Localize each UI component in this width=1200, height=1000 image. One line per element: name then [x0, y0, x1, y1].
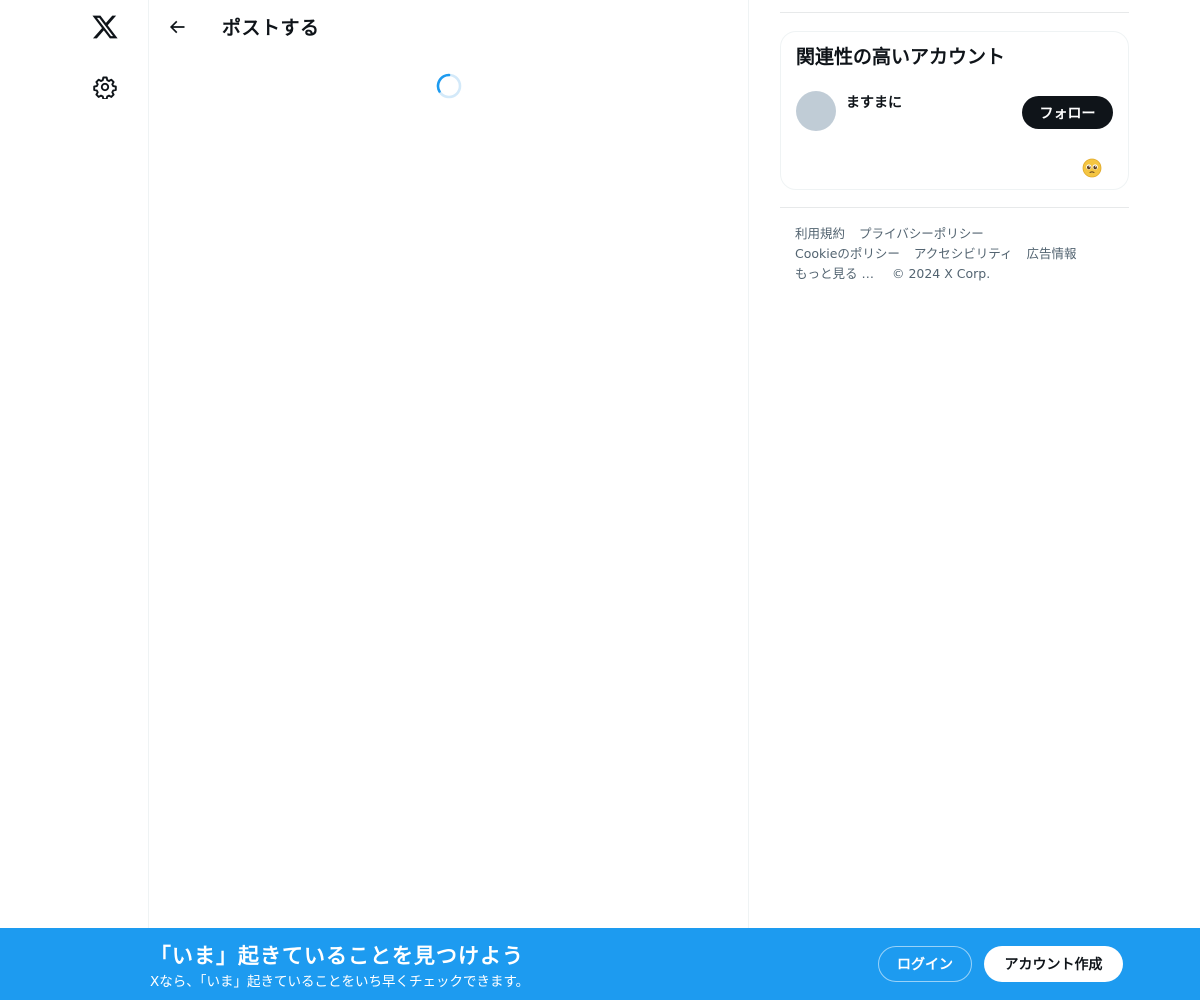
login-button[interactable]: ログイン — [878, 946, 972, 982]
signup-button[interactable]: アカウント作成 — [984, 946, 1123, 982]
account-row[interactable]: ますまに フォロー — [781, 87, 1128, 143]
related-accounts-card: 関連性の高いアカウント ますまに フォロー — [780, 31, 1129, 190]
accessibility-link[interactable]: アクセシビリティ — [914, 246, 1013, 261]
avatar[interactable] — [796, 91, 836, 131]
footer-row: Cookieのポリシー アクセシビリティ 広告情報 — [795, 244, 1125, 264]
page-title: ポストする — [222, 17, 320, 39]
cookie-link[interactable]: Cookieのポリシー — [795, 246, 900, 261]
right-sidebar: 関連性の高いアカウント ますまに フォロー 利用規約 プライバシーポリシー Co… — [780, 0, 1129, 1000]
follow-button[interactable]: フォロー — [1022, 96, 1113, 129]
x-logo-icon[interactable] — [82, 4, 128, 50]
terms-link[interactable]: 利用規約 — [795, 226, 845, 241]
gear-glyph — [93, 76, 117, 99]
more-link[interactable]: もっと見る … — [795, 266, 874, 281]
privacy-link[interactable]: プライバシーポリシー — [859, 226, 984, 241]
account-name[interactable]: ますまに — [846, 92, 902, 112]
divider — [780, 207, 1129, 208]
pleading-face-icon — [1082, 158, 1102, 178]
app-root: ポストする 関連性の高いアカウント ますまに フォロー 利用規約 プライバシーポ… — [0, 0, 1200, 1000]
x-logo-glyph — [92, 15, 118, 39]
gear-icon[interactable] — [82, 64, 128, 110]
main-header: ポストする — [150, 0, 749, 53]
related-accounts-title: 関連性の高いアカウント — [796, 46, 1006, 68]
arrow-left-icon — [169, 20, 185, 34]
bottom-signup-bar: 「いま」起きていることを見つけよう Xなら、「いま」起きていることをいち早くチェ… — [0, 928, 1200, 1000]
banner-subtext: Xなら、「いま」起きていることをいち早くチェックできます。 — [150, 974, 530, 990]
divider — [780, 12, 1129, 13]
footer-row: 利用規約 プライバシーポリシー — [795, 224, 1125, 244]
copyright: © 2024 X Corp. — [891, 266, 991, 281]
main-column: ポストする — [150, 0, 749, 1000]
back-button[interactable] — [160, 10, 194, 44]
footer-row: もっと見る … © 2024 X Corp. — [795, 264, 1125, 284]
banner-headline: 「いま」起きていることを見つけよう — [150, 944, 524, 968]
spinner-icon — [436, 73, 462, 99]
footer-links: 利用規約 プライバシーポリシー Cookieのポリシー アクセシビリティ 広告情… — [795, 224, 1125, 284]
left-nav — [0, 0, 149, 1000]
ads-info-link[interactable]: 広告情報 — [1027, 246, 1077, 261]
